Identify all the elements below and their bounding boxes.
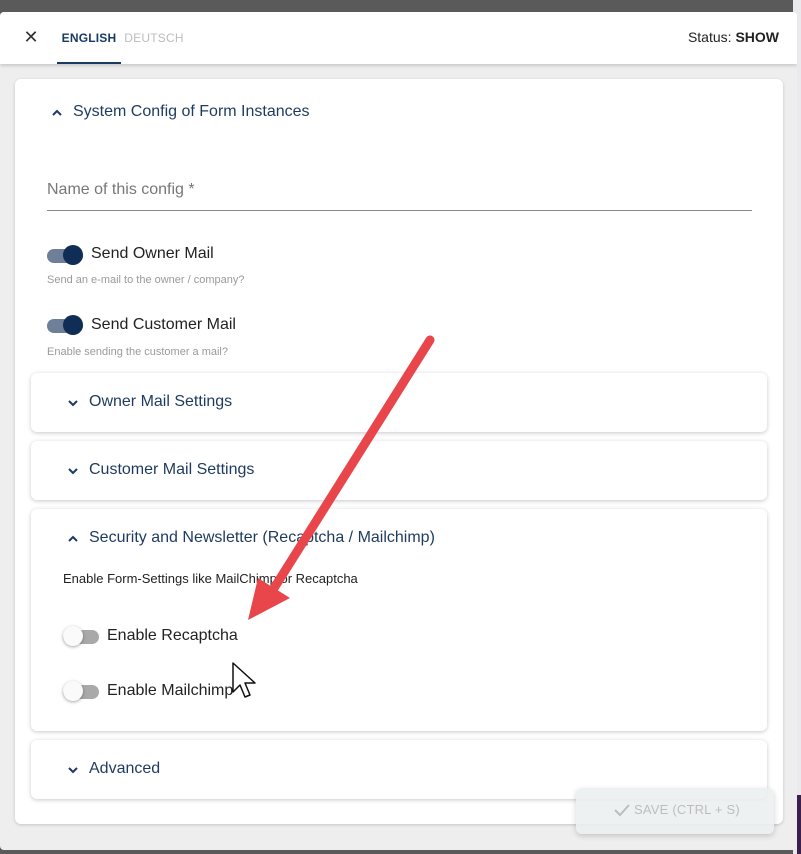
chevron-up-icon[interactable] <box>67 533 79 545</box>
owner-mail-toggle[interactable] <box>47 244 85 266</box>
panel-title[interactable]: Security and Newsletter (Recaptcha / Mai… <box>89 529 435 547</box>
tab-english[interactable]: ENGLISH <box>57 12 121 64</box>
toggle-knob <box>63 245 83 265</box>
chevron-down-icon <box>67 397 79 409</box>
recaptcha-toggle[interactable] <box>63 625 101 647</box>
check-icon <box>614 803 630 822</box>
chevron-up-icon[interactable] <box>51 107 63 119</box>
tab-deutsch[interactable]: DEUTSCH <box>122 12 186 64</box>
owner-mail-hint: Send an e-mail to the owner / company? <box>47 274 245 286</box>
config-dialog: ✕ ENGLISH DEUTSCH Status: SHOW System Co… <box>0 12 797 850</box>
chevron-down-icon <box>67 764 79 776</box>
save-label: SAVE (CTRL + S) <box>634 802 740 817</box>
customer-mail-label: Send Customer Mail <box>91 316 236 333</box>
panel-owner-mail-settings[interactable]: Owner Mail Settings <box>31 373 767 432</box>
customer-mail-hint: Enable sending the customer a mail? <box>47 346 228 358</box>
config-name-placeholder: Name of this config * <box>47 181 195 198</box>
panel-description: Enable Form-Settings like MailChimp or R… <box>63 571 358 586</box>
mouse-cursor-icon <box>232 662 256 698</box>
customer-mail-toggle[interactable] <box>47 314 85 336</box>
status-label: Status: <box>687 29 732 45</box>
panel-customer-mail-settings[interactable]: Customer Mail Settings <box>31 441 767 500</box>
toggle-knob <box>63 315 83 335</box>
panel-security-newsletter: Security and Newsletter (Recaptcha / Mai… <box>31 509 767 731</box>
section-title[interactable]: System Config of Form Instances <box>73 103 310 121</box>
panel-title: Customer Mail Settings <box>89 461 255 478</box>
save-button[interactable]: SAVE (CTRL + S) <box>576 788 774 834</box>
owner-mail-label: Send Owner Mail <box>91 245 214 262</box>
panel-title: Owner Mail Settings <box>89 393 233 410</box>
close-button[interactable]: ✕ <box>20 26 42 48</box>
status-value: SHOW <box>735 29 779 45</box>
dialog-header: ✕ ENGLISH DEUTSCH Status: SHOW <box>0 12 797 64</box>
mailchimp-label: Enable Mailchimp <box>107 682 234 699</box>
config-name-field[interactable]: Name of this config * <box>47 171 752 211</box>
panel-title: Advanced <box>89 760 161 777</box>
toggle-knob <box>63 626 83 646</box>
recaptcha-label: Enable Recaptcha <box>107 627 238 644</box>
mailchimp-toggle[interactable] <box>63 680 101 702</box>
toggle-knob <box>63 681 83 701</box>
status-indicator: Status: SHOW <box>688 29 779 45</box>
config-card: System Config of Form Instances Name of … <box>15 79 783 824</box>
close-icon: ✕ <box>23 27 39 47</box>
background-accent <box>797 795 801 854</box>
chevron-down-icon <box>67 465 79 477</box>
